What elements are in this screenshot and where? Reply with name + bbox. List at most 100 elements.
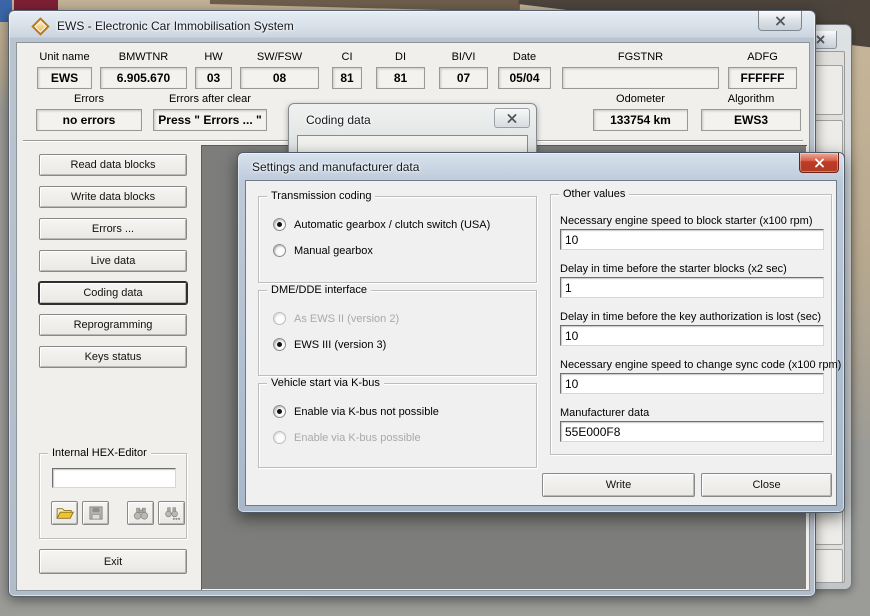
radio-automatic-gearbox[interactable]: Automatic gearbox / clutch switch (USA) [273,218,490,231]
hex-editor-input[interactable] [52,468,176,488]
other-values-group: Other values Necessary engine speed to b… [550,194,832,455]
field-label: HW [195,50,232,65]
field-bmwtnr: BMWTNR 6.905.670 [100,50,187,89]
delay-starter-blocks-input[interactable] [560,277,824,298]
field-label: Algorithm [701,92,801,107]
field-value [562,67,719,89]
field-label: BI/VI [439,50,488,65]
settings-dialog-close-button[interactable] [799,153,839,173]
field-date: Date 05/04 [498,50,551,89]
radio-selected-icon [273,405,286,418]
save-icon [89,506,103,520]
field-value: 08 [240,67,319,89]
hex-editor-group-title: Internal HEX-Editor [48,447,151,459]
hex-find-next-button[interactable] [158,501,185,525]
app-icon [31,17,49,35]
field-value: 03 [195,67,232,89]
hex-editor-group: Internal HEX-Editor [39,453,187,539]
input-label: Delay in time before the key authorizati… [560,311,821,323]
radio-label: Automatic gearbox / clutch switch (USA) [294,219,490,231]
radio-label: Enable via K-bus not possible [294,406,439,418]
field-value: EWS3 [701,109,801,131]
field-value: 133754 km [593,109,688,131]
radio-unselected-icon [273,244,286,257]
field-label: CI [332,50,362,65]
radio-selected-icon [273,218,286,231]
exit-button[interactable]: Exit [39,549,187,574]
errors-button[interactable]: Errors ... [39,218,187,240]
close-icon [775,16,786,26]
delay-key-authorization-input[interactable] [560,325,824,346]
group-title: Other values [559,188,629,200]
field-label: FGSTNR [562,50,719,65]
radio-label: As EWS II (version 2) [294,313,399,325]
field-value: 05/04 [498,67,551,89]
field-errors: Errors no errors [36,92,142,131]
field-di: DI 81 [376,50,425,89]
find-next-icon [164,507,180,520]
engine-speed-sync-code-input[interactable] [560,373,824,394]
field-label: Errors after clear [153,92,267,107]
field-label: ADFG [728,50,797,65]
close-button[interactable]: Close [701,473,832,497]
field-algorithm: Algorithm EWS3 [701,92,801,131]
field-odometer: Odometer 133754 km [593,92,688,131]
field-label: Unit name [37,50,92,65]
read-data-blocks-button[interactable]: Read data blocks [39,154,187,176]
write-data-blocks-button[interactable]: Write data blocks [39,186,187,208]
radio-disabled-icon [273,312,286,325]
field-swfsw: SW/FSW 08 [240,50,319,89]
close-icon [507,114,517,123]
vehicle-start-kbus-group: Vehicle start via K-bus Enable via K-bus… [258,383,537,468]
manufacturer-data-input[interactable] [560,421,824,442]
desktop: { "colors": { "dialog_close_red": "#c13a… [0,0,870,616]
background-window-button [815,65,843,115]
radio-disabled-icon [273,431,286,444]
radio-as-ews2: As EWS II (version 2) [273,312,399,325]
main-window-close-button[interactable] [758,11,802,31]
radio-label: Manual gearbox [294,245,373,257]
engine-speed-block-starter-input[interactable] [560,229,824,250]
radio-ews3[interactable]: EWS III (version 3) [273,338,386,351]
settings-dialog: Settings and manufacturer data Transmiss… [237,152,845,513]
field-ci: CI 81 [332,50,362,89]
field-value: 81 [376,67,425,89]
field-label: Odometer [593,92,688,107]
dme-dde-interface-group: DME/DDE interface As EWS II (version 2) … [258,290,537,376]
field-value: FFFFFF [728,67,797,89]
transmission-coding-group: Transmission coding Automatic gearbox / … [258,196,537,283]
field-value: 07 [439,67,488,89]
field-value: 81 [332,67,362,89]
field-hw: HW 03 [195,50,232,89]
live-data-button[interactable]: Live data [39,250,187,272]
write-button[interactable]: Write [542,473,695,497]
hex-open-file-button[interactable] [51,501,78,525]
keys-status-button[interactable]: Keys status [39,346,187,368]
hex-save-button[interactable] [82,501,109,525]
field-bivi: BI/VI 07 [439,50,488,89]
input-label: Necessary engine speed to block starter … [560,215,813,227]
field-value: no errors [36,109,142,131]
reprogramming-button[interactable]: Reprogramming [39,314,187,336]
input-label: Necessary engine speed to change sync co… [560,359,841,371]
field-label: DI [376,50,425,65]
field-errors-after-clear: Errors after clear Press " Errors ... " [153,92,267,131]
input-label: Delay in time before the starter blocks … [560,263,787,275]
field-label: Date [498,50,551,65]
radio-manual-gearbox[interactable]: Manual gearbox [273,244,373,257]
find-icon [133,507,149,520]
group-title: DME/DDE interface [267,284,371,296]
field-label: SW/FSW [240,50,319,65]
group-title: Vehicle start via K-bus [267,377,384,389]
main-window-title: EWS - Electronic Car Immobilisation Syst… [57,19,294,33]
coding-data-close-button[interactable] [494,108,530,128]
hex-find-button[interactable] [127,501,154,525]
coding-data-button[interactable]: Coding data [39,282,187,304]
radio-kbus-not-possible[interactable]: Enable via K-bus not possible [273,405,439,418]
field-value: Press " Errors ... " [153,109,267,131]
field-unit-name: Unit name EWS [37,50,92,89]
background-window-button [815,549,843,583]
close-icon [816,35,825,44]
settings-dialog-client: Transmission coding Automatic gearbox / … [245,180,837,506]
radio-label: Enable via K-bus possible [294,432,421,444]
